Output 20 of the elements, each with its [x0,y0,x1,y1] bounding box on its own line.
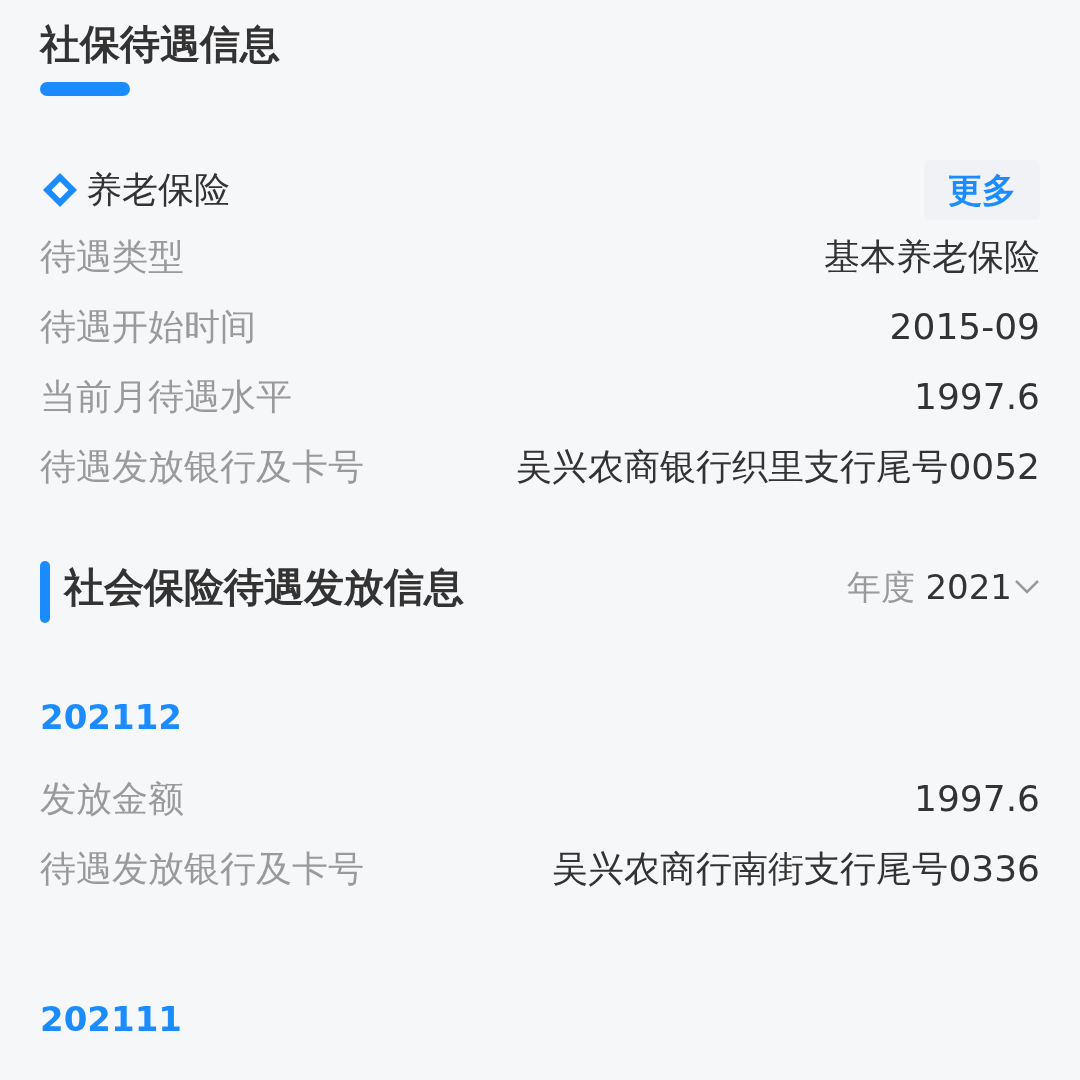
section-title: 养老保险 [86,168,230,212]
field-value: 1997.6 [914,777,1040,821]
field-label: 待遇发放银行及卡号 [40,445,364,489]
field-value: 基本养老保险 [824,235,1040,279]
field-label: 当前月待遇水平 [40,375,292,419]
field-value: 1997.6 [914,375,1040,419]
field-label: 待遇发放银行及卡号 [40,847,364,891]
field-value: 吴兴农商行南街支行尾号0336 [552,847,1040,891]
field-label: 发放金额 [40,777,184,821]
year-dropdown[interactable]: 年度 2021 [847,561,1040,613]
page-title: 社保待遇信息 [40,20,281,69]
chevron-down-icon [1014,579,1040,595]
month-heading: 202112 [40,696,183,739]
month-heading: 202111 [40,998,183,1041]
field-value: 吴兴农商银行织里支行尾号0052 [516,445,1040,489]
heading-bar [40,561,50,623]
field-value: 2015-09 [889,305,1040,349]
field-label: 待遇类型 [40,235,184,279]
section-title: 社会保险待遇发放信息 [64,563,464,612]
field-label: 待遇开始时间 [40,305,256,349]
